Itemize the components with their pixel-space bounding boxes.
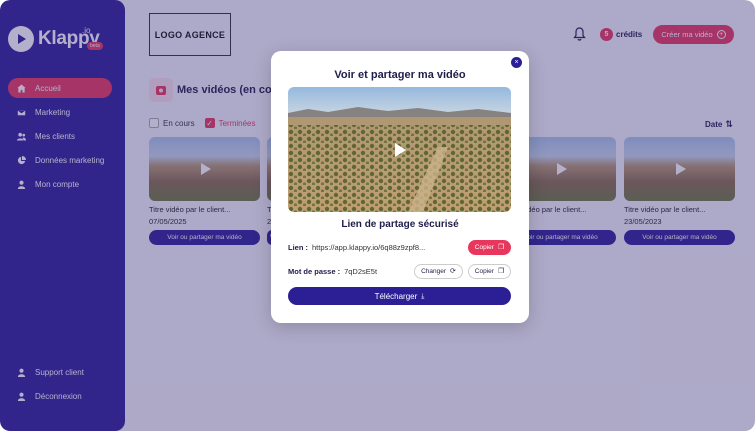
copy-icon: ❐ — [497, 243, 505, 251]
download-icon: ⤓ — [421, 292, 425, 300]
share-video-modal: × Voir et partager ma vidéo Lien de part… — [271, 51, 529, 323]
share-link-row: Lien : https://app.klappy.io/6q88z9zpf8.… — [288, 239, 511, 255]
link-label: Lien : — [288, 242, 308, 252]
copy-link-button[interactable]: Copier ❐ — [468, 239, 511, 255]
play-icon — [395, 143, 406, 157]
refresh-icon: ⟳ — [450, 267, 456, 275]
change-password-button[interactable]: Changer ⟳ — [414, 263, 463, 279]
download-button[interactable]: Télécharger ⤓ — [288, 287, 511, 305]
change-label: Changer — [421, 267, 447, 275]
app-window: Klappy .io beta Accueil Marketing Mes cl… — [0, 0, 755, 431]
close-icon[interactable]: × — [511, 57, 522, 68]
secure-link-heading: Lien de partage sécurisé — [341, 219, 459, 230]
copy-icon: ❐ — [497, 267, 505, 275]
modal-title: Voir et partager ma vidéo — [334, 69, 466, 81]
copy-label: Copier — [474, 267, 494, 275]
download-label: Télécharger — [374, 291, 418, 301]
copy-label: Copier — [474, 243, 494, 251]
share-link-value[interactable]: https://app.klappy.io/6q88z9zpf8... — [312, 243, 425, 252]
password-value[interactable]: 7qD2sE5t — [344, 267, 377, 276]
copy-password-button[interactable]: Copier ❐ — [468, 263, 511, 279]
password-row: Mot de passe : 7qD2sE5t Changer ⟳ Copier… — [288, 263, 511, 279]
password-label: Mot de passe : — [288, 266, 341, 276]
video-player[interactable] — [288, 87, 511, 212]
